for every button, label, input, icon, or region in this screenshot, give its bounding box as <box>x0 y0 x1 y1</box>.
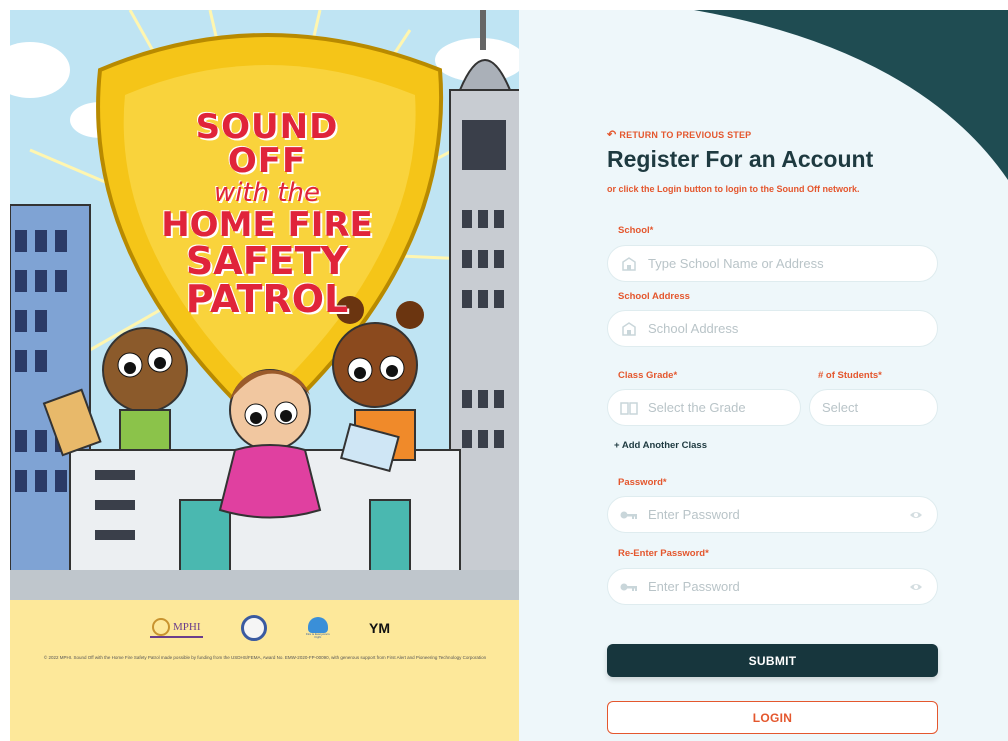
show-password-eye-icon[interactable] <box>909 580 923 594</box>
mphi-emblem-icon <box>152 618 170 636</box>
class-grade-select[interactable]: Select the Grade <box>607 389 801 426</box>
poster-title-line: HOME FIRE <box>161 205 373 245</box>
login-hint: or click the Login button to login to th… <box>607 184 860 194</box>
students-placeholder: Select <box>822 400 859 415</box>
class-grade-label: Class Grade* <box>618 370 678 381</box>
book-icon <box>620 401 638 415</box>
registration-panel: ↶ RETURN TO PREVIOUS STEP Register For a… <box>519 10 1008 741</box>
fire-is-everyones-fight-logo: Fire is Everyone's Fight <box>305 613 331 643</box>
poster-title-line: PATROL <box>185 277 349 321</box>
school-address-label: School Address <box>618 291 690 302</box>
school-address-input[interactable]: School Address <box>607 310 938 347</box>
sponsor-logos: MPHI Fire is Everyone's Fight YM <box>150 610 390 646</box>
poster-title-line: SAFETY <box>185 239 349 283</box>
page-title: Register For an Account <box>607 146 874 172</box>
school-address-placeholder: School Address <box>648 321 739 336</box>
poster-footer: MPHI Fire is Everyone's Fight YM © 2022 … <box>10 600 519 741</box>
poster-title-line: with the <box>213 178 321 208</box>
school-label: School* <box>618 225 654 236</box>
class-grade-placeholder: Select the Grade <box>648 400 746 415</box>
reenter-password-label: Re-Enter Password* <box>618 548 709 559</box>
school-placeholder: Type School Name or Address <box>648 256 824 271</box>
fire-logo-text: Fire is Everyone's Fight <box>305 632 330 639</box>
return-to-previous-step-link[interactable]: ↶ RETURN TO PREVIOUS STEP <box>607 128 939 142</box>
fema-seal-logo <box>240 615 267 641</box>
reenter-password-placeholder: Enter Password <box>648 579 740 594</box>
school-input[interactable]: Type School Name or Address <box>607 245 938 282</box>
key-icon <box>620 508 638 522</box>
registration-form: ↶ RETURN TO PREVIOUS STEP Register For a… <box>607 128 939 196</box>
ym-logo-text: YM <box>368 620 390 636</box>
poster-title-line: SOUND OFF <box>195 107 339 181</box>
students-label: # of Students* <box>818 370 882 381</box>
login-button[interactable]: LOGIN <box>607 701 938 734</box>
mphi-logo: MPHI <box>150 618 203 638</box>
show-password-eye-icon[interactable] <box>909 508 923 522</box>
poster-image: SOUND OFF with the HOME FIRE SAFETY PATR… <box>10 10 519 741</box>
undo-arrow-icon: ↶ <box>607 128 617 141</box>
submit-button[interactable]: SUBMIT <box>607 644 938 677</box>
key-icon <box>620 580 638 594</box>
fire-logo-figure-icon <box>307 617 328 633</box>
back-link-label: RETURN TO PREVIOUS STEP <box>619 130 752 140</box>
add-another-class-button[interactable]: + Add Another Class <box>614 440 707 451</box>
building-icon <box>620 321 638 336</box>
password-placeholder: Enter Password <box>648 507 740 522</box>
mphi-logo-text: MPHI <box>173 621 201 633</box>
password-label: Password* <box>618 477 667 488</box>
reenter-password-input[interactable]: Enter Password <box>607 568 938 605</box>
students-select[interactable]: Select <box>809 389 938 426</box>
poster-credit: © 2022 MPHI. Sound Off with the Home Fir… <box>43 655 487 660</box>
ym-logo: YM <box>369 620 390 636</box>
password-input[interactable]: Enter Password <box>607 496 938 533</box>
poster-title: SOUND OFF with the HOME FIRE SAFETY PATR… <box>152 110 382 318</box>
building-icon <box>620 256 638 271</box>
